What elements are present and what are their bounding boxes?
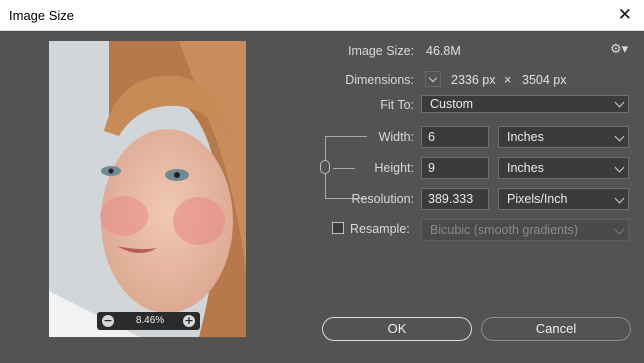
zoom-out-icon[interactable]: − (102, 315, 114, 327)
portrait-image (49, 41, 246, 337)
chevron-down-icon (614, 193, 625, 204)
image-size-value: 46.8M (426, 44, 461, 58)
chevron-down-icon (614, 224, 625, 235)
resample-checkbox[interactable] (332, 222, 344, 234)
cancel-button[interactable]: Cancel (481, 317, 631, 341)
width-unit-value: Inches (507, 130, 544, 144)
chain-link-icon[interactable] (320, 160, 330, 174)
zoom-in-icon[interactable]: + (183, 315, 195, 327)
title-bar: Image Size ✕ (0, 0, 644, 31)
dimensions-label: Dimensions: (345, 73, 414, 87)
resolution-unit-value: Pixels/Inch (507, 192, 568, 206)
image-size-label: Image Size: (347, 44, 414, 58)
close-icon[interactable]: ✕ (618, 6, 632, 23)
link-line-vertical-bottom (325, 174, 326, 199)
resolution-label: Resolution: (351, 192, 414, 206)
height-label: Height: (374, 161, 414, 175)
chevron-down-icon (614, 97, 625, 108)
dimensions-width: 2336 px (451, 73, 496, 87)
image-preview[interactable]: − 8.46% + (49, 41, 246, 337)
chevron-down-icon (614, 131, 625, 142)
resolution-input[interactable]: 389.333 (421, 188, 489, 210)
fit-to-label: Fit To: (380, 98, 414, 112)
fit-to-select[interactable]: Custom (421, 95, 629, 113)
link-line-vertical-top (325, 136, 326, 161)
dimensions-dropdown-icon[interactable] (425, 71, 441, 87)
zoom-level: 8.46% (135, 315, 165, 326)
fit-to-value: Custom (430, 97, 474, 111)
height-unit-value: Inches (507, 161, 544, 175)
height-input[interactable]: 9 (421, 157, 489, 179)
dialog-title: Image Size (9, 8, 75, 23)
width-label: Width: (378, 130, 414, 144)
resolution-unit-select[interactable]: Pixels/Inch (498, 188, 629, 210)
width-unit-select[interactable]: Inches (498, 126, 629, 148)
resample-method-select[interactable]: Bicubic (smooth gradients) (421, 219, 629, 241)
dimensions-times: × (504, 73, 512, 87)
zoom-control: − 8.46% + (97, 312, 200, 330)
resample-label: Resample: (350, 222, 410, 236)
chevron-down-icon (614, 162, 625, 173)
dimensions-height: 3504 px (522, 73, 567, 87)
ok-button[interactable]: OK (322, 317, 472, 341)
width-input[interactable]: 6 (421, 126, 489, 148)
height-unit-select[interactable]: Inches (498, 157, 629, 179)
gear-icon[interactable]: ⚙▾ (610, 42, 628, 57)
resample-method-value: Bicubic (smooth gradients) (430, 223, 578, 237)
